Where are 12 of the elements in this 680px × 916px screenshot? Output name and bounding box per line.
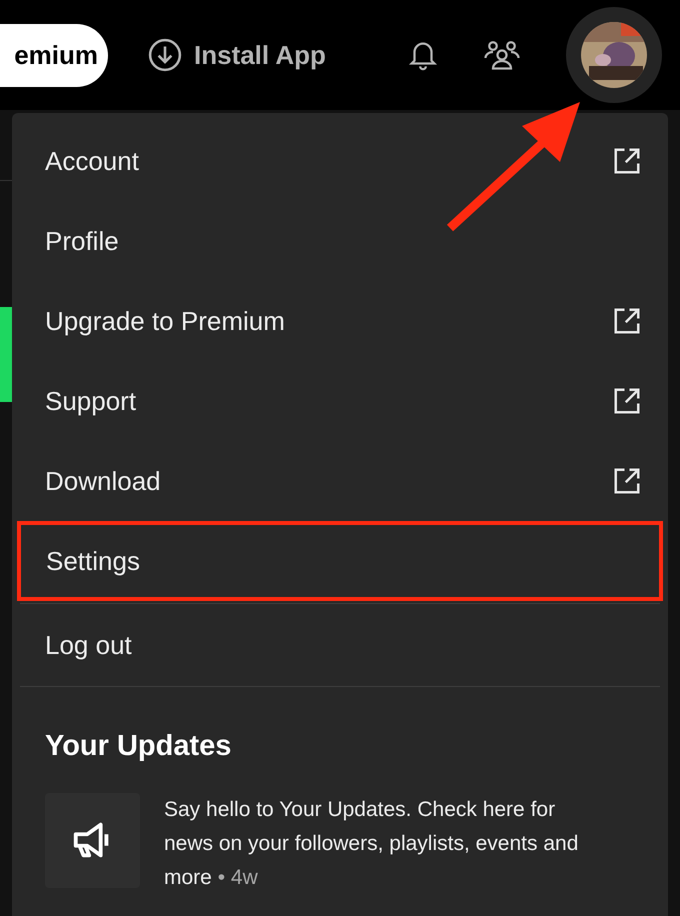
section-heading: Your Updates	[44, 729, 232, 764]
menu-item[interactable]: Profile	[20, 201, 660, 281]
menu-item[interactable]: Settings	[17, 521, 663, 601]
premium-button[interactable]: emium	[0, 24, 108, 86]
download-icon	[148, 38, 182, 72]
menu-item[interactable]: Log out	[20, 604, 660, 686]
menu-item[interactable]: Upgrade to Premium	[20, 281, 660, 361]
menu-item[interactable]: Download	[20, 441, 660, 521]
update-text[interactable]: Say hello to Your Updates. Check here for news on your followers, playlists, events and more • 4w	[164, 792, 604, 894]
menu-item[interactable]: Account	[20, 121, 660, 201]
menu-item[interactable]: Support	[20, 361, 660, 441]
install-app-button[interactable]: Install App	[148, 36, 326, 74]
